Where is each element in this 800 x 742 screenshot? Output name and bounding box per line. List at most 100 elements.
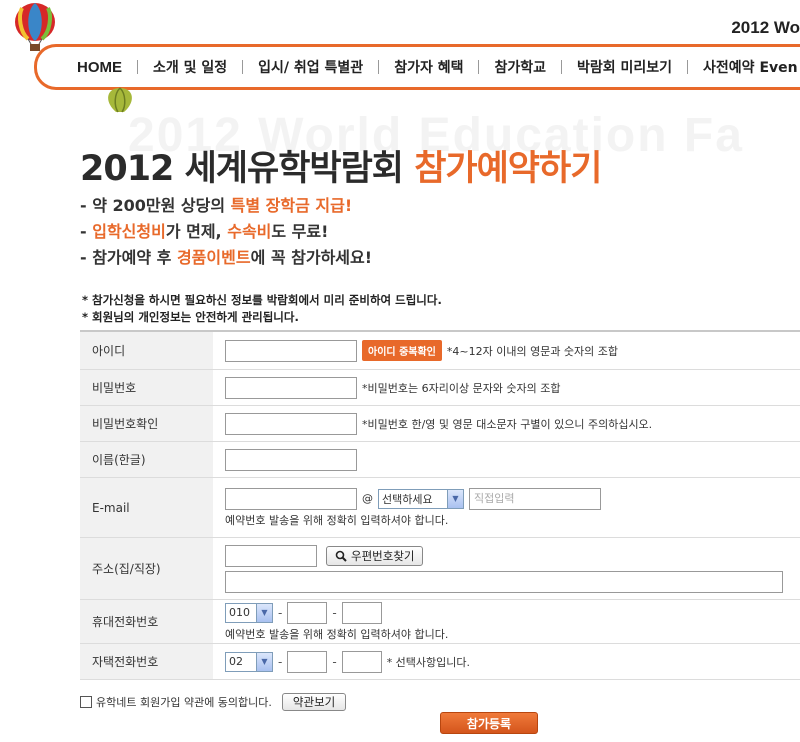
- home-prefix-select[interactable]: 02 ▼: [225, 651, 273, 672]
- dash: -: [332, 654, 337, 669]
- search-icon: [335, 550, 347, 562]
- row-id: 아이디 아이디 중복확인 *4~12자 이내의 영문과 숫자의 조합: [80, 332, 800, 370]
- row-mobile: 휴대전화번호 010 ▼ - - 예약번호 발송을 위해 정확히 입력하셔야 합니…: [80, 600, 800, 644]
- id-label: 아이디: [80, 332, 213, 369]
- nav-preview[interactable]: 박람회 미리보기: [577, 57, 672, 77]
- benefit-item: - 참가예약 후 경품이벤트에 꼭 참가하세요!: [80, 245, 372, 271]
- row-name: 이름(한글): [80, 442, 800, 478]
- mobile-prefix-select[interactable]: 010 ▼: [225, 602, 273, 623]
- benefit-highlight: 특별 장학금 지급!: [230, 196, 353, 215]
- home-last-input[interactable]: [341, 650, 382, 673]
- site-title: 2012 Wo: [731, 18, 800, 37]
- zipcode-button-label: 우편번호찾기: [351, 548, 415, 563]
- nav-divider: [137, 60, 138, 74]
- email-domain-value: 선택하세요: [382, 492, 433, 506]
- home-phone-cell: 02 ▼ - - * 선택사항입니다.: [213, 644, 800, 679]
- benefit-highlight: 입학신청비: [92, 222, 166, 241]
- email-label: E-mail: [80, 478, 213, 537]
- dash: -: [332, 605, 337, 620]
- row-password-confirm: 비밀번호확인 *비밀번호 한/영 및 영문 대소문자 구별이 있으니 주의하십시…: [80, 406, 800, 442]
- terms-agreement: 유학네트 회원가입 약관에 동의합니다. 약관보기: [80, 693, 347, 711]
- chevron-down-icon: ▼: [447, 489, 463, 508]
- email-hint: 예약번호 발송을 위해 정확히 입력하셔야 합니다.: [225, 513, 449, 527]
- note-line: * 참가신청을 하시면 필요하신 정보를 박람회에서 미리 준비하여 드립니다.: [82, 293, 442, 307]
- home-prefix-value: 02: [229, 655, 243, 668]
- nav-divider: [478, 60, 480, 74]
- note-line: * 회원님의 개인정보는 안전하게 관리됩니다.: [82, 310, 299, 324]
- address-cell: 우편번호찾기: [213, 538, 800, 599]
- mobile-hint: 예약번호 발송을 위해 정확히 입력하셔야 합니다.: [225, 627, 449, 641]
- title-main: 2012 세계유학박람회: [80, 149, 415, 189]
- password-confirm-cell: *비밀번호 한/영 및 영문 대소문자 구별이 있으니 주의하십시오.: [213, 406, 800, 441]
- name-label: 이름(한글): [80, 442, 213, 477]
- password-cell: *비밀번호는 6자리이상 문자와 숫자의 조합: [213, 370, 800, 405]
- benefit-highlight: 수속비: [227, 222, 272, 241]
- name-input[interactable]: [225, 448, 357, 471]
- nav-admission-jobs[interactable]: 입시/ 취업 특별관: [258, 57, 363, 77]
- home-middle-input[interactable]: [287, 650, 328, 673]
- password-input[interactable]: [225, 376, 357, 399]
- row-password: 비밀번호 *비밀번호는 6자리이상 문자와 숫자의 조합: [80, 370, 800, 406]
- page-title: 2012 세계유학박람회 참가예약하기: [80, 140, 602, 191]
- mobile-last-input[interactable]: [341, 601, 382, 624]
- home-phone-label: 자택전화번호: [80, 644, 213, 679]
- title-accent: 참가예약하기: [414, 149, 602, 189]
- agree-text: 유학네트 회원가입 약관에 동의합니다.: [96, 696, 272, 709]
- nav-divider: [687, 60, 689, 74]
- password-confirm-label: 비밀번호확인: [80, 406, 213, 441]
- row-home-phone: 자택전화번호 02 ▼ - - * 선택사항입니다.: [80, 644, 800, 680]
- id-check-button[interactable]: 아이디 중복확인: [362, 340, 442, 361]
- benefit-text: 에 꼭 참가하세요!: [250, 248, 373, 267]
- benefit-list: - 약 200만원 상당의 특별 장학금 지급! - 입학신청비가 면제, 수속…: [80, 193, 372, 271]
- email-at-sign: @: [362, 492, 373, 505]
- password-label: 비밀번호: [80, 370, 213, 405]
- view-terms-button[interactable]: 약관보기: [281, 693, 347, 711]
- benefit-text: 도 무료!: [271, 222, 329, 241]
- benefit-highlight: 경품이벤트: [176, 248, 251, 267]
- submit-button[interactable]: 참가등록: [440, 712, 538, 734]
- id-cell: 아이디 중복확인 *4~12자 이내의 영문과 숫자의 조합: [213, 332, 800, 369]
- nav-divider: [561, 60, 562, 74]
- benefit-text: -: [80, 222, 93, 241]
- email-domain-select[interactable]: 선택하세요 ▼: [378, 488, 464, 509]
- email-id-input[interactable]: [225, 487, 357, 510]
- home-phone-hint: * 선택사항입니다.: [386, 655, 471, 669]
- registration-form: 아이디 아이디 중복확인 *4~12자 이내의 영문과 숫자의 조합 비밀번호 …: [80, 330, 800, 680]
- chevron-down-icon: ▼: [256, 652, 272, 671]
- benefit-item: - 약 200만원 상당의 특별 장학금 지급!: [80, 193, 372, 219]
- mobile-cell: 010 ▼ - - 예약번호 발송을 위해 정확히 입력하셔야 합니다.: [213, 600, 800, 643]
- id-hint: *4~12자 이내의 영문과 숫자의 조합: [446, 344, 619, 358]
- mobile-middle-input[interactable]: [287, 601, 328, 624]
- main-nav: HOME 소개 및 일정 입시/ 취업 특별관 참가자 혜택 참가학교 박람회 …: [34, 44, 800, 90]
- nav-home[interactable]: HOME: [77, 59, 122, 76]
- address-label: 주소(집/직장): [80, 538, 213, 599]
- id-input[interactable]: [225, 339, 357, 362]
- nav-benefits[interactable]: 참가자 혜택: [394, 57, 463, 77]
- row-email: E-mail @ 선택하세요 ▼ 예약번호 발송을 위해 정확히 입력하셔야 합니…: [80, 478, 800, 538]
- nav-about-schedule[interactable]: 소개 및 일정: [153, 57, 227, 77]
- password-confirm-hint: *비밀번호 한/영 및 영문 대소문자 구별이 있으니 주의하십시오.: [362, 417, 653, 431]
- nav-divider: [242, 60, 244, 74]
- name-cell: [213, 442, 800, 477]
- mobile-prefix-value: 010: [229, 606, 250, 619]
- benefit-text: - 참가예약 후: [80, 248, 177, 267]
- email-direct-input[interactable]: [469, 487, 601, 510]
- zipcode-search-button[interactable]: 우편번호찾기: [326, 545, 424, 566]
- nav-preregister-event[interactable]: 사전예약 Even: [703, 57, 798, 77]
- password-hint: *비밀번호는 6자리이상 문자와 숫자의 조합: [362, 381, 561, 395]
- password-confirm-input[interactable]: [225, 412, 357, 435]
- email-cell: @ 선택하세요 ▼ 예약번호 발송을 위해 정확히 입력하셔야 합니다.: [213, 478, 800, 537]
- benefit-item: - 입학신청비가 면제, 수속비도 무료!: [80, 219, 372, 245]
- agree-checkbox[interactable]: [80, 696, 92, 708]
- row-address: 주소(집/직장) 우편번호찾기: [80, 538, 800, 600]
- nav-schools[interactable]: 참가학교: [494, 57, 546, 77]
- dash: -: [278, 605, 283, 620]
- benefit-text: - 약 200만원 상당의: [80, 196, 231, 215]
- zipcode-input[interactable]: [225, 544, 317, 567]
- chevron-down-icon: ▼: [256, 603, 272, 622]
- address-detail-input[interactable]: [225, 570, 783, 593]
- dash: -: [278, 654, 283, 669]
- mobile-label: 휴대전화번호: [80, 600, 213, 643]
- benefit-text: 가 면제,: [165, 222, 228, 241]
- form-notes: * 참가신청을 하시면 필요하신 정보를 박람회에서 미리 준비하여 드립니다.…: [82, 292, 442, 326]
